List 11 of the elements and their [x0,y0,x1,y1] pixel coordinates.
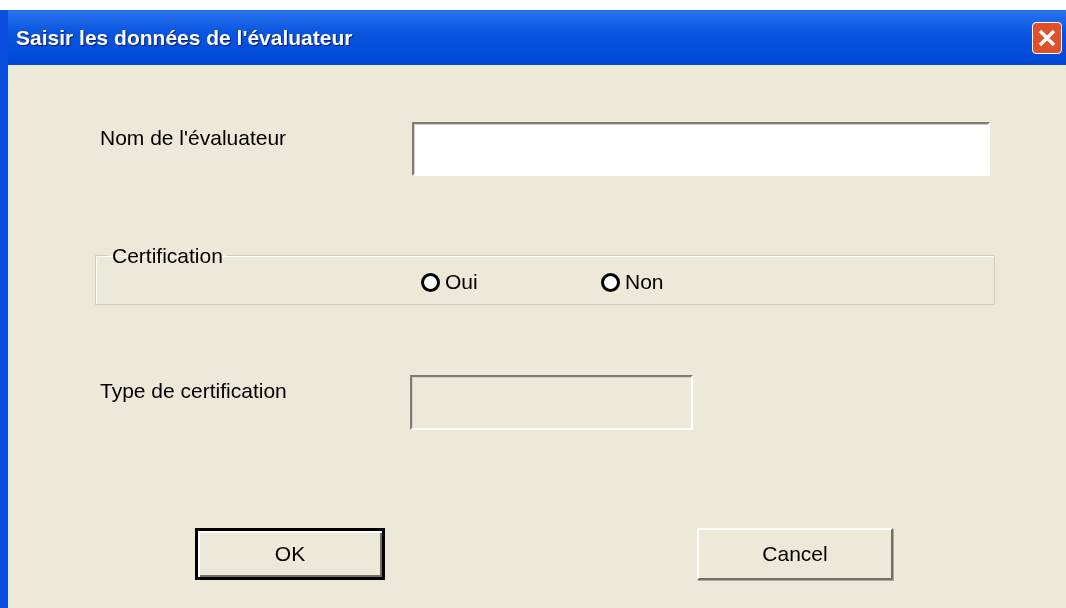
field-label: Type de certification [99,378,288,403]
cancel-button[interactable]: Cancel [697,528,893,580]
radio-option[interactable]: Non [601,270,781,294]
ok-button[interactable]: OK [195,528,385,580]
window-title: Saisir les données de l'évaluateur [16,25,353,50]
close-button[interactable] [1032,21,1062,54]
group-legend: Certification [108,245,227,266]
name-input-field[interactable] [412,122,990,176]
close-icon [1037,27,1057,48]
field-label: Nom de l'évaluateur [99,125,288,150]
radio-option[interactable]: Oui [421,270,601,294]
